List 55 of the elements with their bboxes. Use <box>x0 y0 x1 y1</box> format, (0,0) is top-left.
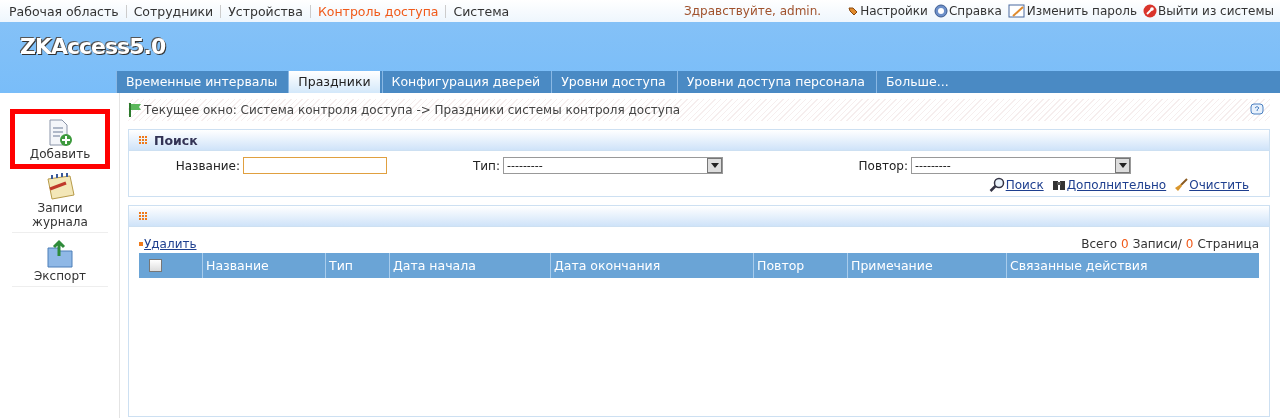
column-header: Повтор <box>753 253 847 278</box>
sidebar-item[interactable]: Экспорт <box>12 233 108 287</box>
notepad-icon <box>44 173 76 201</box>
user-link[interactable]: Настройки <box>847 4 928 18</box>
column-header: Дата начала <box>389 253 550 278</box>
column-header: Связанные действия <box>1006 253 1259 278</box>
folder-arrow-icon <box>45 239 75 269</box>
column-header: Название <box>202 253 325 278</box>
dropdown[interactable]: --------- <box>911 157 1131 174</box>
pencil-card-icon <box>1007 4 1026 18</box>
field-label: Повтор: <box>858 158 908 173</box>
document-plus-icon <box>47 119 73 147</box>
tab[interactable]: Праздники <box>288 71 380 93</box>
sidebar-item[interactable]: Записи журнала <box>12 167 108 233</box>
search-icon <box>988 177 1005 192</box>
user-link[interactable]: Изменить пароль <box>1007 4 1137 18</box>
logo: ZKAccess5.0 <box>20 34 166 59</box>
user-link[interactable]: Справка <box>933 4 1002 18</box>
caret-icon <box>1118 163 1127 168</box>
user-link[interactable]: Выйти из системы <box>1143 4 1274 18</box>
help-icon <box>933 4 948 18</box>
caret-icon <box>710 163 719 168</box>
menu-item[interactable]: Устройства <box>228 3 303 19</box>
field-label: Название: <box>175 158 240 173</box>
binoculars-icon <box>1051 178 1066 191</box>
action-link[interactable]: Очистить <box>1174 177 1249 192</box>
summary-text: Записи/ <box>1132 237 1182 251</box>
action-link[interactable]: Поиск <box>988 177 1044 192</box>
action-link[interactable]: Дополнительно <box>1051 177 1167 192</box>
panel-title: Поиск <box>154 132 198 148</box>
select-all-checkbox[interactable] <box>149 259 162 272</box>
delete-link[interactable]: Удалить <box>139 237 197 251</box>
broom-icon <box>1174 177 1189 192</box>
count: 0 <box>1121 237 1129 251</box>
help-icon[interactable] <box>1250 103 1264 117</box>
count: 0 <box>1185 237 1194 251</box>
key-icon <box>1143 4 1157 18</box>
flag-icon <box>128 102 142 118</box>
sidebar-item[interactable]: Добавить <box>12 111 108 167</box>
field-label: Тип: <box>472 158 500 173</box>
summary-text: Всего <box>1081 237 1118 251</box>
grip-icon <box>139 135 148 145</box>
dropdown[interactable]: --------- <box>503 157 723 174</box>
grip-icon <box>139 211 148 221</box>
menu-item[interactable]: Система <box>453 3 510 19</box>
breadcrumb: Текущее окно: Система контроля доступа -> Праздники системы контроля доступа <box>144 103 681 117</box>
summary-text: Страница <box>1197 237 1259 251</box>
greeting: Здравствуйте, admin. <box>684 4 822 18</box>
menu-item[interactable]: Сотрудники <box>133 3 214 19</box>
name-input[interactable] <box>243 157 387 174</box>
menu-item[interactable]: Рабочая область <box>9 3 119 19</box>
column-header: Дата окончания <box>550 253 753 278</box>
column-header: Примечание <box>847 253 1006 278</box>
column-header: Тип <box>325 253 389 278</box>
tag-icon <box>847 5 860 17</box>
